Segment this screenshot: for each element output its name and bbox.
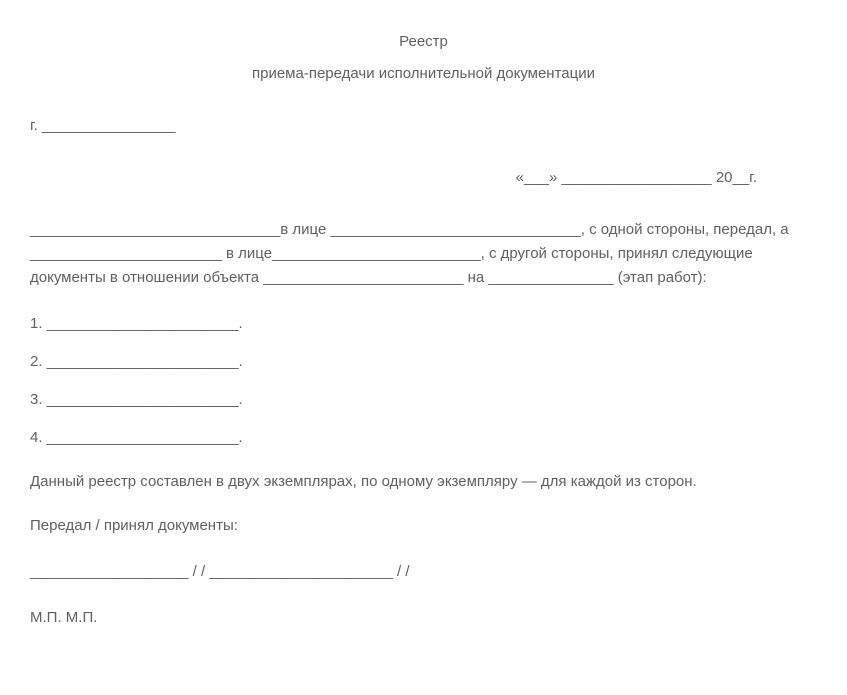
date-line: «___» __________________ 20__г.	[30, 166, 817, 190]
body-paragraph: ______________________________в лице ___…	[30, 218, 817, 290]
city-line: г. ________________	[30, 114, 817, 138]
copies-paragraph: Данный реестр составлен в двух экземпляр…	[30, 470, 817, 494]
document-title: Реестр	[30, 30, 817, 54]
signature-line: ___________________ / / ________________…	[30, 560, 817, 584]
list-item: 2. _______________________.	[30, 350, 817, 374]
list-item: 1. _______________________.	[30, 312, 817, 336]
handover-label: Передал / принял документы:	[30, 514, 817, 538]
document-subtitle: приема-передачи исполнительной документа…	[30, 62, 817, 86]
list-item: 4. _______________________.	[30, 426, 817, 450]
stamp-line: М.П. М.П.	[30, 606, 817, 630]
list-item: 3. _______________________.	[30, 388, 817, 412]
document-list: 1. _______________________. 2. _________…	[30, 312, 817, 450]
